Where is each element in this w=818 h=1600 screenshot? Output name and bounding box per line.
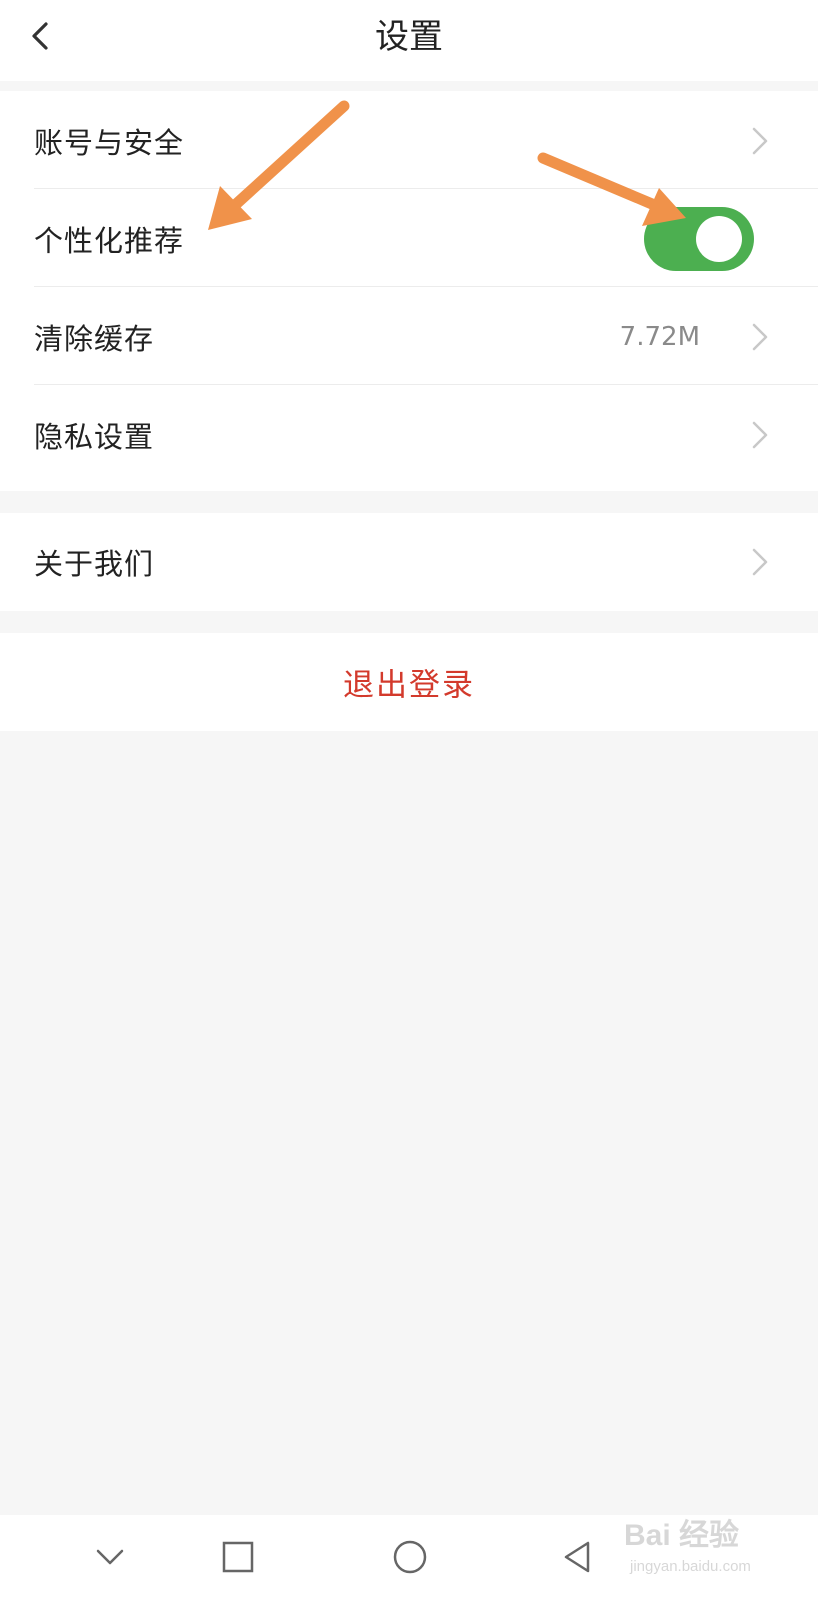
cache-size-value: 7.72M (619, 322, 700, 352)
chevron-right-icon (752, 127, 768, 155)
watermark-url: jingyan.baidu.com (630, 1558, 751, 1575)
about-us-row[interactable]: 关于我们 (0, 513, 818, 611)
logout-label: 退出登录 (343, 667, 475, 704)
privacy-settings-label: 隐私设置 (34, 420, 155, 454)
account-security-label: 账号与安全 (34, 126, 185, 160)
toggle-knob (696, 216, 742, 262)
logout-button[interactable]: 退出登录 (0, 633, 818, 731)
watermark: Bai 经验 jingyan.baidu.com (624, 1510, 804, 1595)
personalized-recommendation-row: 个性化推荐 (0, 189, 818, 289)
triangle-back-icon[interactable] (556, 1535, 600, 1579)
page-title: 设置 (375, 17, 443, 57)
header-bar: 设置 (0, 0, 818, 81)
watermark-logo-text: Bai 经验 (624, 1519, 740, 1552)
chevron-right-icon (752, 323, 768, 351)
about-group: 关于我们 (0, 513, 818, 611)
chevron-right-icon (752, 421, 768, 449)
account-security-row[interactable]: 账号与安全 (0, 91, 818, 191)
clear-cache-label: 清除缓存 (34, 322, 155, 356)
clear-cache-row[interactable]: 清除缓存 7.72M (0, 287, 818, 387)
settings-group: 账号与安全 个性化推荐 清除缓存 7.72M 隐私设置 (0, 91, 818, 491)
privacy-settings-row[interactable]: 隐私设置 (0, 385, 818, 485)
about-us-label: 关于我们 (34, 547, 155, 581)
square-icon[interactable] (216, 1535, 260, 1579)
chevron-down-icon[interactable] (88, 1535, 132, 1579)
personalized-recommendation-label: 个性化推荐 (34, 224, 185, 258)
personalized-recommendation-toggle[interactable] (644, 207, 754, 271)
circle-icon[interactable] (388, 1535, 432, 1579)
chevron-right-icon (752, 548, 768, 576)
